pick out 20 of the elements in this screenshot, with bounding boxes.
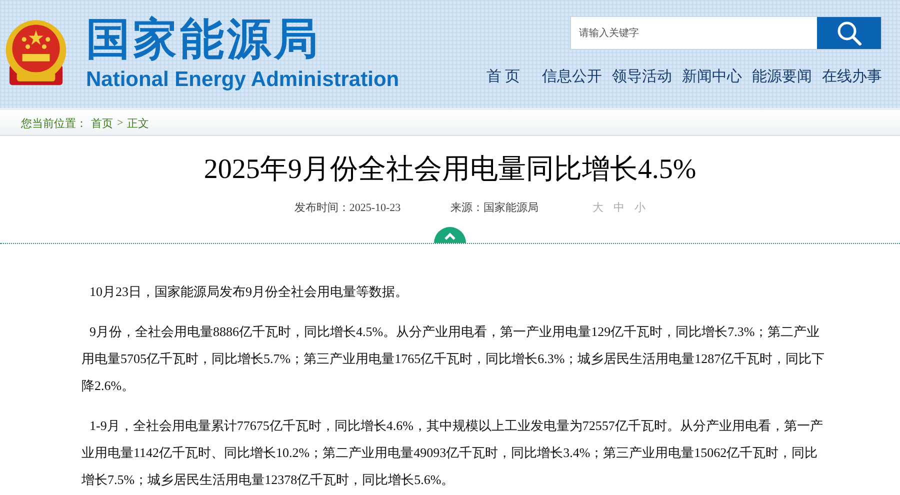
nav-link[interactable]: 在线办事 — [822, 67, 882, 86]
breadcrumb-link[interactable]: 正文 — [127, 116, 150, 130]
site-subtitle: National Energy Administration — [86, 67, 400, 93]
article-paragraph: 9月份，全社会用电量8886亿千瓦时，同比增长4.5%。从分产业用电看，第一产业用电量129亿千瓦时，同比增长7.3%；第二产业用电量5705亿千瓦时，同比增长5.7%；第三产业用电量1765亿千瓦时，同比增长6.3%；城乡居民生活用电量1287亿千瓦时，同比下降2.6%。 — [82, 323, 826, 395]
article-paragraph: 1-9月，全社会用电量累计77675亿千瓦时，同比增长4.6%，其中规模以上工业发电量为72557亿千瓦时。从分产业用电看，第一产业用电量1142亿千瓦时、同比增长10.2%；第二产业用电量49093亿千瓦时，同比增长3.4%；第三产业用电量15062亿千瓦时，同比增长7.5%；城乡居民生活用电量12378亿千瓦时，同比增长5.6%。 — [82, 417, 824, 489]
nav-link[interactable]: 信息公开 — [542, 67, 602, 86]
site-title: 国家能源局 — [86, 15, 322, 65]
breadcrumb-link[interactable]: 首页 — [91, 116, 113, 130]
meta-text: 发布时间：2025-10-23 — [294, 201, 401, 215]
nav-link[interactable]: 首 页 — [486, 67, 520, 86]
nav-link[interactable]: 新闻中心 — [682, 67, 742, 86]
article-paragraph: 10月23日，国家能源局发布9月份全社会用电量等数据。 — [88, 283, 409, 301]
meta-text: 来源：国家能源局 — [450, 200, 539, 215]
nav-link[interactable]: 领导活动 — [612, 67, 672, 86]
breadcrumb-label: 您当前位置： — [21, 116, 87, 130]
nav-link[interactable]: 能源要闻 — [752, 67, 812, 86]
article-title: 2025年9月份全社会用电量同比增长4.5% — [204, 153, 696, 187]
chevron-up-icon — [444, 232, 456, 240]
collapse-button[interactable] — [434, 227, 466, 243]
breadcrumb-separator: > — [117, 117, 124, 129]
